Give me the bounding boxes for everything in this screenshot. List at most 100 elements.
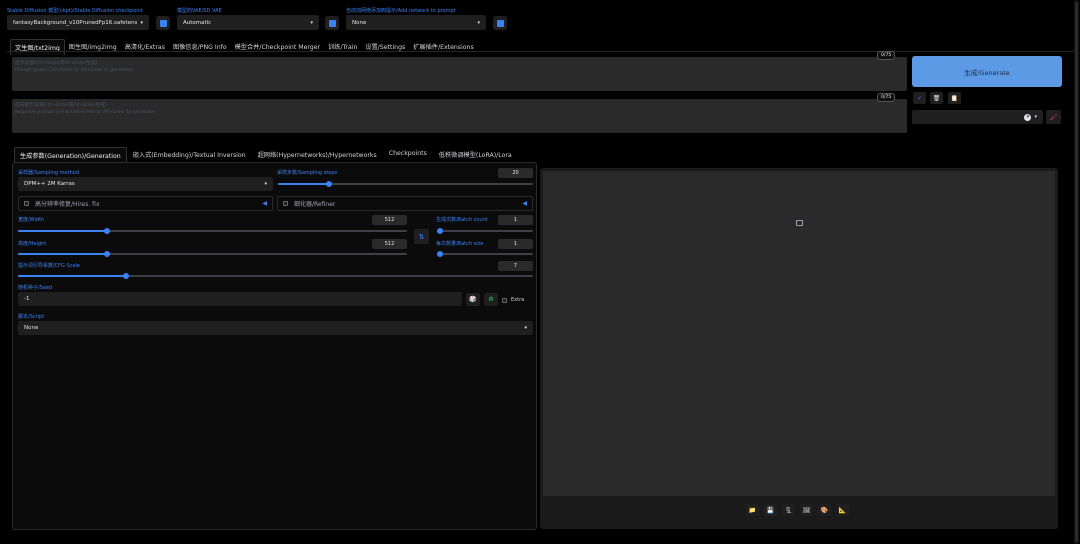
slider-fill bbox=[18, 275, 127, 277]
output-toolbar: 📁 💾 🗜 🖼 🎨 📐 bbox=[746, 504, 849, 516]
cfg-scale-input[interactable]: 7 bbox=[498, 261, 533, 271]
sampling-steps-label: 采样步数/Sampling steps bbox=[277, 170, 338, 176]
extra-checkbox[interactable] bbox=[502, 297, 507, 303]
cfg-scale-label: 提示词引导系数/CFG Scale bbox=[18, 263, 80, 269]
tab-txt2img[interactable]: 文生图/txt2img bbox=[10, 39, 65, 55]
folder-icon[interactable]: 📁 bbox=[746, 504, 759, 516]
hires-fix-checkbox[interactable] bbox=[24, 201, 29, 206]
tab-png-info[interactable]: 图像信息/PNG Info bbox=[169, 39, 231, 55]
main-tabs: 文生图/txt2img 图生图/img2img 高清化/Extras 图像信息/… bbox=[10, 39, 478, 55]
batch-count-label: 生成次数/Batch count bbox=[436, 217, 488, 223]
negative-placeholder-en: Negative prompt (press Ctrl+Enter or Alt… bbox=[15, 110, 156, 115]
height-input[interactable]: 512 bbox=[372, 239, 407, 249]
slider-knob[interactable] bbox=[437, 228, 443, 234]
slider-knob[interactable] bbox=[326, 181, 332, 187]
seed-value: -1 bbox=[24, 296, 30, 302]
zip-icon[interactable]: 🗜 bbox=[782, 504, 795, 516]
tab-hypernetworks[interactable]: 超网络(Hypernetworks)/Hypernetworks bbox=[252, 147, 383, 163]
network-dropdown[interactable]: None ▾ bbox=[346, 15, 486, 30]
batch-count-slider[interactable] bbox=[437, 228, 533, 234]
output-image-area[interactable] bbox=[543, 171, 1055, 496]
clear-icon[interactable]: ✕ bbox=[1024, 113, 1032, 121]
refresh-checkpoint-button[interactable] bbox=[156, 16, 170, 30]
slider-fill bbox=[18, 230, 108, 232]
save-icon[interactable]: 💾 bbox=[764, 504, 777, 516]
tab-img2img[interactable]: 图生图/img2img bbox=[65, 39, 121, 55]
hires-fix-label: 高分辨率修复/Hires. fix bbox=[35, 201, 100, 208]
batch-size-input[interactable]: 1 bbox=[498, 239, 533, 249]
hires-fix-accordion[interactable]: 高分辨率修复/Hires. fix ◀ bbox=[18, 196, 273, 211]
sampling-steps-input[interactable]: 20 bbox=[498, 168, 533, 178]
checkpoint-label: Stable Diffusion 模型(ckpt)/Stable Diffusi… bbox=[7, 8, 143, 14]
tab-checkpoints[interactable]: Checkpoints bbox=[383, 147, 433, 163]
tab-textual-inversion[interactable]: 嵌入式(Embedding)/Textual Inversion bbox=[127, 147, 252, 163]
height-label: 高度/Height bbox=[18, 241, 47, 247]
tab-train[interactable]: 训练/Train bbox=[324, 39, 361, 55]
collapse-arrow-icon: ◀ bbox=[262, 200, 267, 207]
ruler-icon[interactable]: 📐 bbox=[836, 504, 849, 516]
tab-checkpoint-merger[interactable]: 模型合并/Checkpoint Merger bbox=[231, 39, 324, 55]
chevron-down-icon: ▾ bbox=[477, 19, 480, 26]
refiner-checkbox[interactable] bbox=[283, 201, 288, 206]
styles-dropdown[interactable]: ✕ ▾ bbox=[912, 110, 1043, 124]
height-slider[interactable] bbox=[18, 251, 407, 257]
checkpoint-value: fantasyBackground_v10PrunedFp16.safetens… bbox=[13, 19, 137, 26]
sampling-steps-slider[interactable] bbox=[278, 181, 533, 187]
tab-divider bbox=[7, 51, 1075, 52]
recycle-icon[interactable]: ♻ bbox=[484, 293, 498, 306]
slider-fill bbox=[18, 253, 108, 255]
cfg-scale-slider[interactable] bbox=[18, 273, 533, 279]
vae-label: 模型的VAE/SD VAE bbox=[177, 8, 222, 14]
palette-icon[interactable]: 🎨 bbox=[818, 504, 831, 516]
refresh-network-button[interactable] bbox=[493, 16, 507, 30]
dice-icon[interactable]: 🎲 bbox=[466, 293, 480, 306]
chevron-down-icon: ▾ bbox=[1034, 114, 1037, 120]
page-scrollbar[interactable] bbox=[1074, 0, 1079, 544]
slider-knob[interactable] bbox=[437, 251, 443, 257]
sampling-method-dropdown[interactable]: DPM++ 2M Karras ▾ bbox=[18, 177, 273, 191]
generate-button[interactable]: 生成/Generate bbox=[912, 56, 1062, 87]
tab-extensions[interactable]: 扩展插件/Extensions bbox=[409, 39, 477, 55]
batch-count-input[interactable]: 1 bbox=[498, 215, 533, 225]
image-placeholder-icon bbox=[796, 220, 803, 226]
scrollbar-thumb[interactable] bbox=[1075, 2, 1078, 542]
negative-token-counter: 0/75 bbox=[877, 93, 896, 102]
chevron-down-icon: ▾ bbox=[264, 181, 267, 187]
swap-icon[interactable]: ⇅ bbox=[414, 229, 429, 244]
sampling-method-label: 采样器/Sampling method bbox=[18, 170, 79, 176]
sub-tabs: 生成参数(Generation)/Generation 嵌入式(Embeddin… bbox=[14, 147, 518, 163]
width-input[interactable]: 512 bbox=[372, 215, 407, 225]
tab-lora[interactable]: 低秩微调模型(LoRA)/Lora bbox=[433, 147, 518, 163]
batch-size-slider[interactable] bbox=[437, 251, 533, 257]
image-icon[interactable]: 🖼 bbox=[800, 504, 813, 516]
tab-settings[interactable]: 设置/Settings bbox=[361, 39, 409, 55]
checkpoint-dropdown[interactable]: fantasyBackground_v10PrunedFp16.safetens… bbox=[7, 15, 149, 30]
batch-size-label: 每次数量/Batch size bbox=[436, 241, 484, 247]
extra-toggle[interactable]: Extra bbox=[502, 297, 524, 303]
tab-extras[interactable]: 高清化/Extras bbox=[121, 39, 169, 55]
network-label: 自动加网络添加到提示/Add network to prompt bbox=[346, 8, 456, 14]
prompt-input[interactable]: 提示词(按Ctrl+Enter或Alt+Enter生成) Prompt (pre… bbox=[12, 57, 907, 91]
width-label: 宽度/Width bbox=[18, 217, 45, 223]
vae-dropdown[interactable]: Automatic ▾ bbox=[177, 15, 319, 30]
tab-generation[interactable]: 生成参数(Generation)/Generation bbox=[14, 147, 127, 163]
brush-icon[interactable]: 🖌 bbox=[1046, 110, 1061, 124]
prompt-token-counter: 0/75 bbox=[877, 51, 896, 60]
script-dropdown[interactable]: None ▾ bbox=[18, 321, 533, 335]
network-value: None bbox=[352, 19, 367, 26]
chevron-down-icon: ▾ bbox=[524, 325, 527, 331]
refresh-vae-button[interactable] bbox=[325, 16, 339, 30]
negative-prompt-input[interactable]: 反向提示词(按Ctrl+Enter或Alt+Enter生成) Negative … bbox=[12, 99, 907, 133]
width-slider[interactable] bbox=[18, 228, 407, 234]
sampling-method-value: DPM++ 2M Karras bbox=[24, 181, 75, 187]
refresh-icon bbox=[496, 19, 504, 27]
refresh-icon bbox=[159, 19, 167, 27]
trash-icon[interactable]: 🗑 bbox=[930, 92, 943, 104]
refiner-label: 细化器/Refiner bbox=[294, 201, 336, 208]
seed-input[interactable]: -1 bbox=[18, 292, 462, 306]
check-icon[interactable]: ✓ bbox=[913, 92, 926, 104]
clipboard-icon[interactable]: 📋 bbox=[948, 92, 961, 104]
refiner-accordion[interactable]: 细化器/Refiner ◀ bbox=[277, 196, 533, 211]
output-panel: 📁 💾 🗜 🖼 🎨 📐 bbox=[540, 168, 1058, 529]
script-value: None bbox=[24, 325, 39, 331]
